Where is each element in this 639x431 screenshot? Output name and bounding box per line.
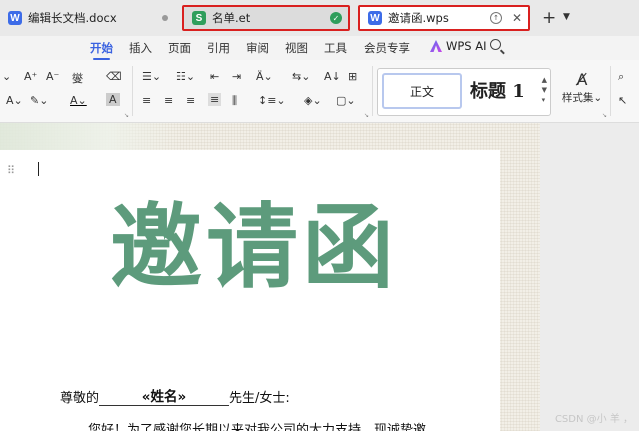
- indent-icon[interactable]: ⇥: [232, 70, 241, 83]
- unsaved-dot-icon: [162, 15, 168, 21]
- numbered-list-icon[interactable]: ☷⌄: [176, 70, 195, 83]
- wps-spreadsheet-icon: S: [192, 11, 206, 25]
- greeting-line: 尊敬的 «姓名» 先生/女士:: [60, 385, 290, 406]
- watermark: CSDN @小 羊 ，: [554, 414, 633, 425]
- gallery-scroll-icon[interactable]: ▲ ▼ ▾: [542, 75, 547, 105]
- tab-namelist[interactable]: S 名单.et ✓: [182, 5, 350, 31]
- new-tab-button[interactable]: +: [542, 8, 556, 28]
- style-set-button[interactable]: A̸ 样式集⌄: [557, 70, 607, 105]
- show-marks-icon[interactable]: ⊞: [348, 70, 357, 83]
- tab-title: 名单.et: [212, 11, 251, 25]
- close-icon[interactable]: ✕: [512, 11, 522, 25]
- wps-ai-button[interactable]: WPS AI: [430, 39, 487, 53]
- menu-insert[interactable]: 插入: [129, 40, 152, 56]
- drag-handle-icon[interactable]: ⠿: [7, 164, 15, 177]
- align-right-icon[interactable]: ≡: [186, 94, 195, 107]
- outdent-icon[interactable]: ⇤: [210, 70, 219, 83]
- tab-bar: W 编辑长文档.docx S 名单.et ✓ W 邀请函.wps ↑ ✕ + ▼: [0, 0, 639, 36]
- ribbon-toolbar: ⌄ A⁺ A⁻ 燮 ⌫ A⌄ ✎⌄ A⌄ A ↘ ☰⌄ ☷⌄ ⇤ ⇥ Ä⌄ ⇆⌄…: [0, 60, 639, 123]
- font-color-icon[interactable]: A⌄: [70, 94, 87, 107]
- tab-doc-edit[interactable]: W 编辑长文档.docx: [0, 5, 180, 31]
- check-icon: ✓: [330, 12, 342, 24]
- body-text: 您好！为了感谢您长期以来对我公司的大力支持，现诚挚邀: [88, 423, 427, 431]
- menu-bar: 开始 插入 页面 引用 审阅 视图 工具 会员专享 WPS AI: [0, 36, 639, 60]
- expand-icon[interactable]: ↘: [602, 112, 607, 119]
- align-center-icon[interactable]: ≡: [164, 94, 173, 107]
- menu-references[interactable]: 引用: [207, 40, 230, 56]
- wps-writer-icon: W: [368, 11, 382, 25]
- chevron-down-icon[interactable]: ▼: [563, 12, 570, 22]
- style-gallery: 正文 标题 1 ▲ ▼ ▾: [377, 68, 551, 116]
- greeting-suffix: 先生/女士:: [229, 391, 290, 406]
- wps-writer-icon: W: [8, 11, 22, 25]
- style-heading1[interactable]: 标题 1: [470, 77, 525, 103]
- phonetic-guide-icon[interactable]: 燮: [72, 70, 83, 86]
- right-pane: [540, 123, 639, 431]
- document-canvas: ⠿ 邀请函 尊敬的 «姓名» 先生/女士: 您好！为了感谢您长期以来对我公司的大…: [0, 123, 639, 431]
- font-grow-icon[interactable]: A⁺: [24, 70, 37, 83]
- menu-view[interactable]: 视图: [285, 40, 308, 56]
- style-normal[interactable]: 正文: [382, 73, 462, 109]
- font-shrink-icon[interactable]: A⁻: [46, 70, 59, 83]
- borders-icon[interactable]: ▢⌄: [336, 94, 356, 107]
- tab-invitation[interactable]: W 邀请函.wps ↑ ✕: [358, 5, 530, 31]
- clear-format-icon[interactable]: ⌫: [106, 70, 122, 83]
- text-effect-icon[interactable]: A⌄: [6, 94, 23, 107]
- divider: [610, 66, 611, 116]
- divider: [132, 66, 133, 116]
- highlight-icon[interactable]: ✎⌄: [30, 94, 48, 107]
- divider: [372, 66, 373, 116]
- chevron-down-icon: ⌄: [593, 92, 603, 104]
- menu-page[interactable]: 页面: [168, 40, 191, 56]
- select-icon[interactable]: ↖: [618, 94, 627, 107]
- upload-icon[interactable]: ↑: [490, 12, 502, 24]
- tab-title: 邀请函.wps: [388, 11, 449, 25]
- leaf-decoration: [0, 123, 180, 153]
- document-page[interactable]: ⠿ 邀请函 尊敬的 «姓名» 先生/女士: 您好！为了感谢您长期以来对我公司的大…: [0, 150, 500, 431]
- wps-ai-label: WPS AI: [446, 39, 487, 53]
- distribute-icon[interactable]: ⫼: [232, 94, 237, 108]
- sort-icon[interactable]: A↓: [324, 70, 341, 83]
- merge-field-name[interactable]: «姓名»: [99, 385, 230, 406]
- expand-icon[interactable]: ↘: [364, 112, 369, 119]
- chevron-down-icon[interactable]: ⌄: [2, 70, 11, 83]
- wps-ai-logo-icon: [430, 40, 442, 52]
- text-direction-icon[interactable]: Ä⌄: [256, 70, 273, 83]
- menu-tools[interactable]: 工具: [324, 40, 347, 56]
- search-icon[interactable]: ⌕: [618, 70, 624, 84]
- text-cursor: [38, 162, 39, 176]
- align-justify-icon[interactable]: ≡: [208, 93, 222, 106]
- char-shading-icon[interactable]: A: [106, 93, 120, 106]
- align-left-icon[interactable]: ≡: [142, 94, 151, 107]
- swap-icon[interactable]: ⇆⌄: [292, 70, 310, 83]
- shading-icon[interactable]: ◈⌄: [304, 94, 322, 107]
- tab-title: 编辑长文档.docx: [28, 11, 117, 25]
- menu-home[interactable]: 开始: [90, 40, 113, 60]
- menu-review[interactable]: 审阅: [246, 40, 269, 56]
- expand-icon[interactable]: ↘: [124, 112, 129, 119]
- line-spacing-icon[interactable]: ↕≡⌄: [258, 94, 286, 107]
- menu-member[interactable]: 会员专享: [364, 40, 410, 56]
- invitation-title: 邀请函: [110, 194, 399, 301]
- search-icon[interactable]: [490, 39, 501, 50]
- style-set-icon: A̸: [576, 70, 588, 89]
- style-set-label: 样式集: [561, 92, 594, 104]
- bullet-list-icon[interactable]: ☰⌄: [142, 70, 161, 83]
- greeting-prefix: 尊敬的: [60, 391, 100, 406]
